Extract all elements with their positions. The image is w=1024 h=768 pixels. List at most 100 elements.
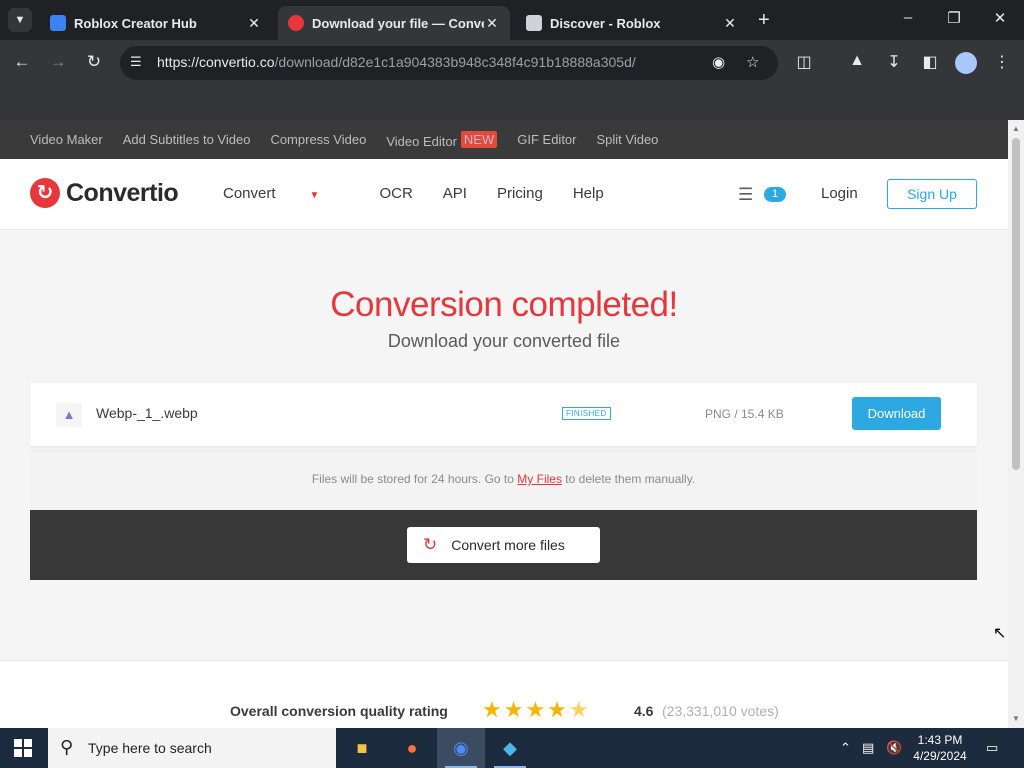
new-badge: NEW [460,130,498,148]
roblox-studio-icon[interactable]: ◆ [486,728,534,768]
eye-off-icon[interactable]: ◉ [712,53,725,71]
site-header: ↻ Convertio Convert ▼ OCR API Pricing Hel… [0,159,1008,230]
subnav-split-video[interactable]: Split Video [597,132,659,147]
firefox-icon[interactable]: ● [388,728,436,768]
convert-more-panel: ↻ Convert more files [30,510,977,580]
convertio-favicon-icon [288,15,304,31]
restore-icon[interactable]: ❐ [944,9,964,27]
bookmarks-bar [0,86,1024,120]
my-files-link[interactable]: My Files [517,472,562,486]
converted-file-row: ▲ Webp-_1_.webp FINISHED PNG / 15.4 KB D… [30,383,977,446]
tab-title: Download your file — Convertio [312,15,484,31]
roblox-creator-favicon-icon [50,15,66,31]
subnav-gif-editor[interactable]: GIF Editor [517,132,576,147]
site-info-icon[interactable]: ☰ [130,54,142,70]
nav-ocr[interactable]: OCR [379,185,412,202]
page-subtitle: Download your converted file [387,331,621,351]
clock[interactable]: 1:43 PM 4/29/2024 [910,732,970,764]
minimize-icon[interactable]: – [898,9,918,26]
menu-dots-icon[interactable]: ⋮ [992,52,1012,72]
roblox-favicon-icon [526,15,542,31]
chrome-icon[interactable]: ◉ [437,728,485,768]
search-placeholder: Type here to search [88,740,212,756]
mouse-cursor-icon: ↖ [993,625,1007,642]
image-file-icon: ▲ [56,403,82,427]
download-button[interactable]: Download [852,397,941,430]
files-count-badge[interactable]: 1 [764,187,786,202]
page-title: Conversion completed! [330,285,678,324]
page-scrollbar[interactable]: ▲ ▼ [1008,120,1024,728]
storage-note: Files will be stored for 24 hours. Go to… [30,450,977,510]
close-tab-icon[interactable]: ✕ [484,15,500,32]
file-format-size: PNG / 15.4 KB [705,407,784,421]
search-icon: ⚲ [60,737,74,757]
chevron-down-icon: ▼ [309,190,320,201]
downloads-icon[interactable]: ↧ [884,52,904,72]
storage-note-text: Files will be stored for 24 hours. Go to [311,472,514,486]
nav-api[interactable]: API [443,185,467,202]
windows-taskbar: ⚲ Type here to search ■ ● ◉ ◆ ⌃ ▤ 🔇 1:43… [0,728,1024,768]
rating-label: Overall conversion quality rating [230,703,448,719]
tab-title: Roblox Creator Hub [74,15,197,31]
reload-icon[interactable]: ↻ [83,52,105,72]
convertio-logo-icon: ↻ [30,178,60,208]
login-link[interactable]: Login [821,185,858,202]
tab-roblox-creator-hub[interactable]: Roblox Creator Hub ✕ [40,6,272,40]
address-bar[interactable]: ☰ https://convertio.co/download/d82e1c1a… [120,46,778,80]
profile-avatar-icon[interactable] [955,52,977,74]
refresh-icon: ↻ [423,535,438,554]
nav-convert[interactable]: Convert ▼ [223,185,349,202]
notifications-icon[interactable]: ▭ [986,740,998,756]
subnav-video-editor[interactable]: Video Editor NEW [386,130,498,149]
back-icon[interactable]: ← [11,52,33,72]
labs-flask-icon[interactable]: ▲ [847,52,867,70]
scroll-down-icon[interactable]: ▼ [1012,714,1020,723]
convert-more-label: Convert more files [451,537,565,553]
side-panel-icon[interactable]: ◧ [920,52,940,72]
nav-help[interactable]: Help [573,185,604,202]
convert-more-button[interactable]: ↻ Convert more files [407,527,600,563]
tools-subnav: Video Maker Add Subtitles to Video Compr… [0,120,1008,159]
rating-stars[interactable]: ★★★★★ [482,697,591,723]
rating-score: 4.6 [634,703,654,719]
network-icon[interactable]: ▤ [862,740,874,756]
tab-strip: ▼ Roblox Creator Hub ✕ Download your fil… [0,0,1024,40]
close-tab-icon[interactable]: ✕ [722,15,738,32]
taskbar-search[interactable]: ⚲ Type here to search [48,728,336,768]
clock-time: 1:43 PM [917,733,963,747]
url-text[interactable]: https://convertio.co/download/d82e1c1a90… [157,54,636,70]
convertio-logo[interactable]: ↻ Convertio [30,178,179,208]
scroll-up-icon[interactable]: ▲ [1012,124,1020,133]
clock-date: 4/29/2024 [913,749,967,763]
windows-start-icon[interactable] [14,739,32,757]
new-tab-icon[interactable]: + [758,10,770,30]
file-explorer-icon[interactable]: ■ [338,728,386,768]
tab-search-button[interactable]: ▼ [8,8,32,32]
rating-votes: (23,331,010 votes) [662,703,779,719]
show-hidden-icons-icon[interactable]: ⌃ [840,740,851,756]
file-name: Webp-_1_.webp [96,405,198,421]
close-tab-icon[interactable]: ✕ [246,15,262,32]
scrollbar-thumb[interactable] [1012,138,1020,470]
layers-icon[interactable]: ☰ [738,185,753,205]
subnav-compress-video[interactable]: Compress Video [270,132,366,147]
signup-button[interactable]: Sign Up [887,179,977,209]
storage-note-text: to delete them manually. [565,472,696,486]
subnav-video-maker[interactable]: Video Maker [30,132,103,147]
browser-toolbar: ← → ↻ ☰ https://convertio.co/download/d8… [0,40,1024,86]
tab-discover-roblox[interactable]: Discover - Roblox ✕ [516,6,748,40]
tab-convertio-download[interactable]: Download your file — Convertio ✕ [278,6,510,40]
rating-section: Overall conversion quality rating ★★★★★ … [0,661,1008,728]
volume-muted-icon[interactable]: 🔇 [886,740,902,756]
tab-title: Discover - Roblox [550,15,661,31]
bookmark-star-icon[interactable]: ☆ [746,53,759,71]
main-nav: Convert ▼ OCR API Pricing Help [223,185,634,202]
forward-icon[interactable]: → [47,52,69,72]
close-window-icon[interactable]: ✕ [990,9,1010,27]
status-badge: FINISHED [562,407,611,420]
page-viewport: Video Maker Add Subtitles to Video Compr… [0,120,1008,728]
subnav-add-subtitles[interactable]: Add Subtitles to Video [123,132,251,147]
logo-text: Convertio [66,178,179,207]
extensions-icon[interactable]: ◫ [794,52,814,72]
nav-pricing[interactable]: Pricing [497,185,543,202]
